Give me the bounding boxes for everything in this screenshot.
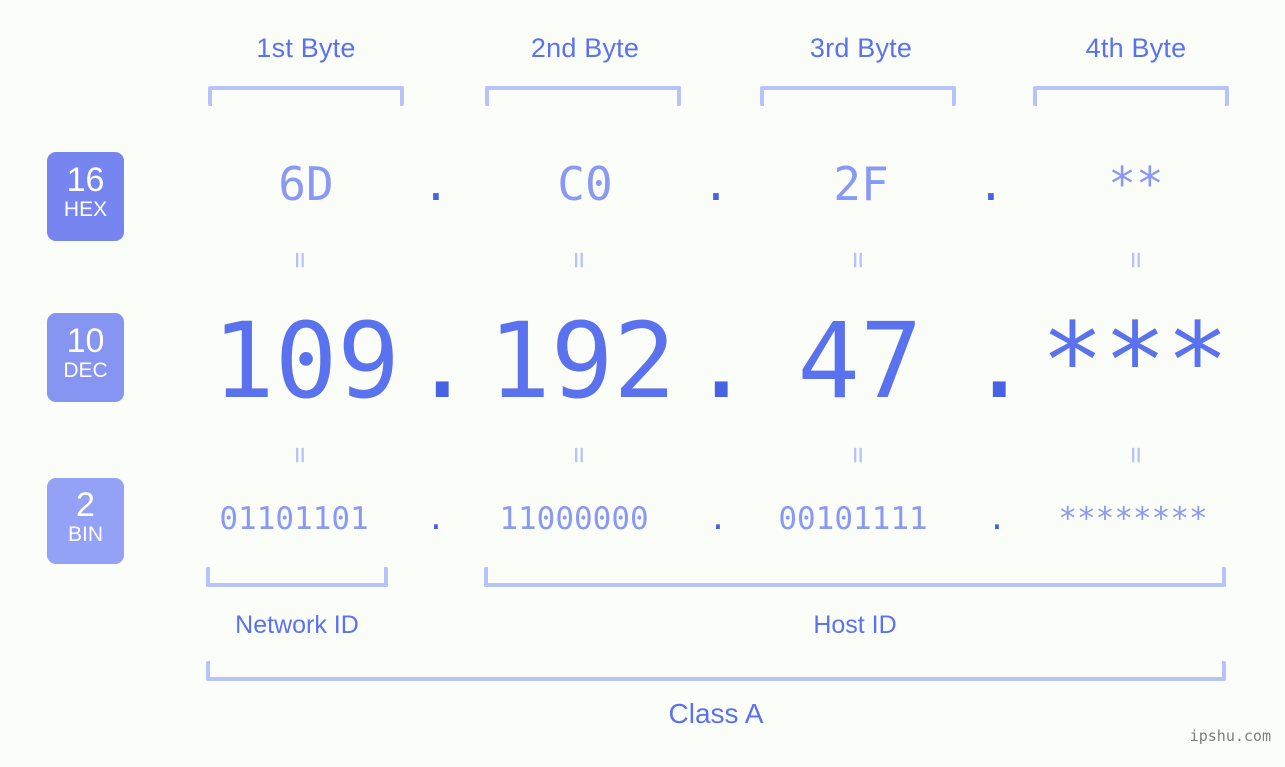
hex-separator-3: .: [977, 157, 1005, 211]
equals-icon-hex-dec-4: =: [1120, 251, 1153, 269]
radix-badge-dec-number: 10: [66, 322, 105, 360]
network-id-bracket: [206, 567, 388, 587]
bin-separator-3: .: [987, 501, 1007, 537]
equals-icon-dec-bin-4: =: [1120, 446, 1153, 464]
hex-byte-1: 6D: [278, 157, 334, 211]
hex-separator-2: .: [702, 157, 730, 211]
ip-address-breakdown-diagram: 1st Byte 2nd Byte 3rd Byte 4th Byte 16 H…: [0, 0, 1285, 767]
bin-byte-1: 01101101: [219, 501, 369, 537]
byte-header-2: 2nd Byte: [530, 33, 640, 63]
host-id-label: Host ID: [813, 611, 897, 639]
class-label: Class A: [668, 698, 764, 729]
radix-badge-dec-name: DEC: [63, 359, 108, 382]
byte-header-1: 1st Byte: [256, 33, 356, 63]
byte-bracket-4: [1033, 86, 1229, 106]
radix-badge-bin-number: 2: [76, 486, 95, 524]
byte-bracket-3: [760, 86, 956, 106]
bin-separator-1: .: [426, 501, 446, 537]
byte-bracket-1: [208, 86, 404, 106]
dec-byte-4: ***: [1041, 300, 1229, 422]
bin-byte-4: ********: [1058, 501, 1208, 537]
byte-header-4: 4th Byte: [1085, 33, 1187, 63]
radix-badge-bin: 2 BIN: [47, 478, 124, 564]
dec-byte-3: 47: [797, 300, 923, 422]
equals-icon-dec-bin-1: =: [284, 446, 317, 464]
dec-separator-1: .: [411, 300, 474, 422]
bin-separator-2: .: [708, 501, 728, 537]
bin-byte-3: 00101111: [778, 501, 928, 537]
dec-separator-2: .: [690, 300, 753, 422]
radix-badge-dec: 10 DEC: [47, 313, 124, 402]
hex-byte-4: **: [1108, 157, 1164, 211]
bin-byte-2: 11000000: [499, 501, 649, 537]
equals-icon-dec-bin-3: =: [842, 446, 875, 464]
dec-byte-1: 109: [212, 300, 400, 422]
equals-icon-hex-dec-3: =: [842, 251, 875, 269]
host-id-bracket: [484, 567, 1226, 587]
equals-icon-hex-dec-1: =: [284, 251, 317, 269]
hex-separator-1: .: [422, 157, 450, 211]
byte-bracket-2: [485, 86, 681, 106]
site-watermark: ipshu.com: [1189, 727, 1271, 745]
radix-badge-hex-number: 16: [66, 161, 105, 199]
radix-badge-hex-name: HEX: [63, 198, 108, 221]
hex-byte-2: C0: [557, 157, 613, 211]
radix-badge-hex: 16 HEX: [47, 152, 124, 241]
equals-icon-dec-bin-2: =: [563, 446, 596, 464]
dec-byte-2: 192: [488, 300, 676, 422]
network-id-label: Network ID: [235, 611, 359, 639]
radix-badge-bin-name: BIN: [67, 523, 103, 546]
byte-header-3: 3rd Byte: [809, 33, 913, 63]
hex-byte-3: 2F: [833, 157, 889, 211]
class-bracket: [206, 661, 1226, 681]
equals-icon-hex-dec-2: =: [563, 251, 596, 269]
dec-separator-3: .: [968, 300, 1031, 422]
